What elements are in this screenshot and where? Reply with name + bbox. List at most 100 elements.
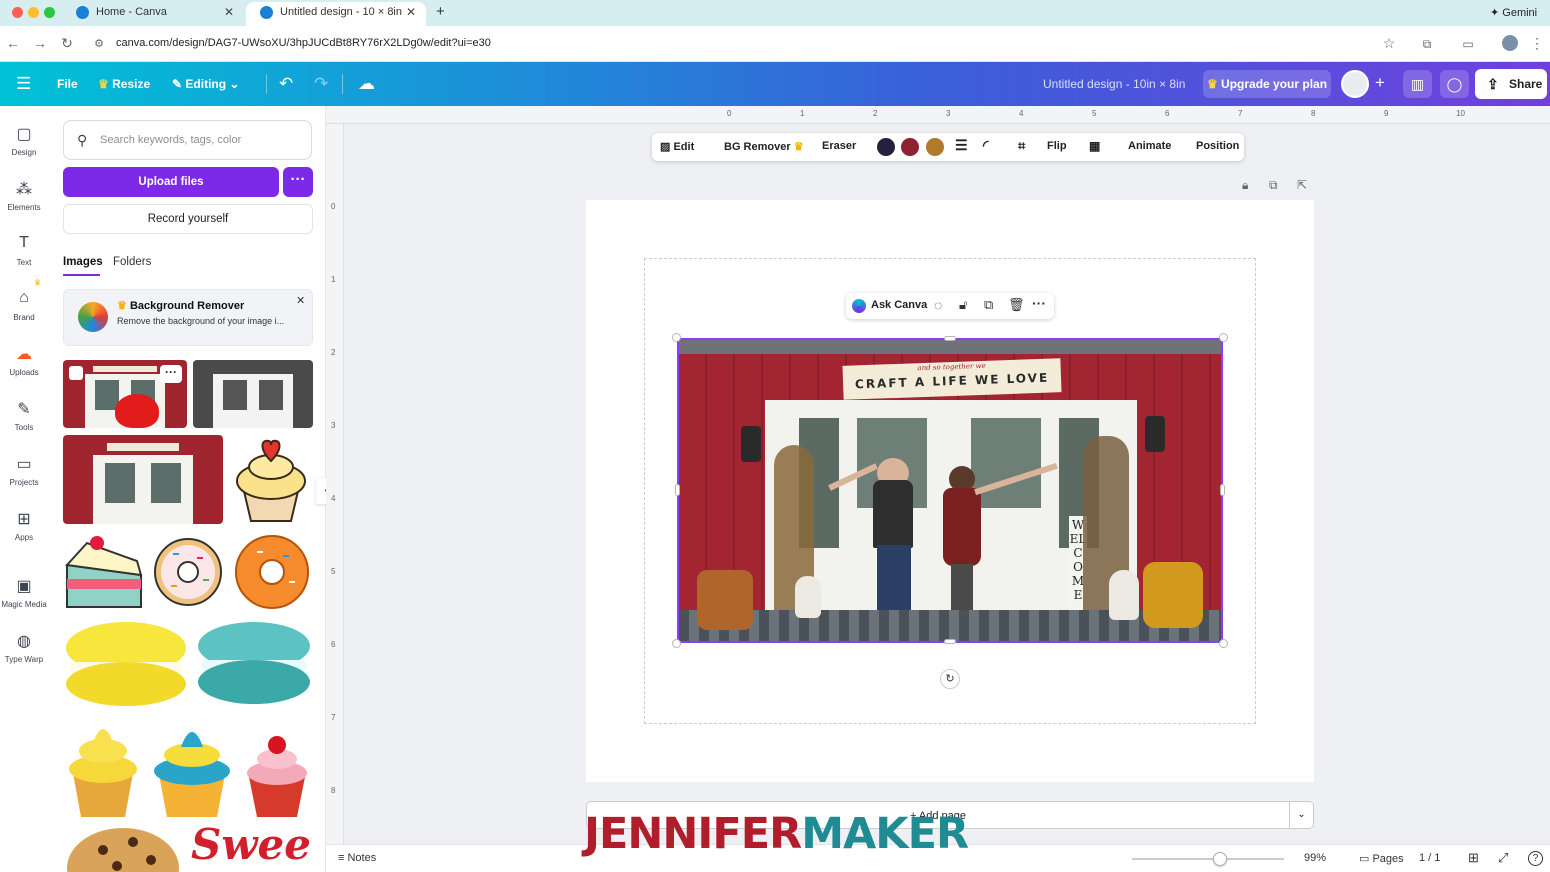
upload-thumbnail[interactable] [63, 435, 223, 524]
tab-images[interactable]: Images [63, 256, 103, 268]
grid-view-icon[interactable]: ⊞ [1468, 850, 1479, 866]
rail-item-apps[interactable]: ⊞ Apps [0, 509, 48, 542]
rail-item-brand[interactable]: ⌂ Brand [0, 289, 48, 322]
minimize-window-button[interactable] [28, 7, 39, 18]
help-icon[interactable]: ? [1528, 851, 1543, 866]
rail-item-tools[interactable]: ✎ Tools [0, 399, 48, 432]
bg-remover-button[interactable]: BG Remover ♛ [724, 140, 804, 153]
design-title[interactable]: Untitled design - 10in × 8in [1043, 77, 1185, 91]
edit-image-button[interactable]: ▨ Edit [660, 140, 694, 153]
site-settings-icon[interactable]: ⚙ [90, 37, 108, 50]
background-remover-promo[interactable]: ♛ Background Remover Remove the backgrou… [63, 289, 313, 346]
line-style-icon[interactable]: ☰ [955, 137, 968, 154]
upload-thumbnail[interactable] [193, 360, 313, 428]
maximize-window-button[interactable] [44, 7, 55, 18]
cupcake-sticker[interactable] [241, 715, 313, 819]
url-text[interactable]: canva.com/design/DAG7-UWsoXU/3hpJUCdBt8R… [116, 37, 491, 49]
lock-page-icon[interactable]: 🔒︎ [1242, 178, 1248, 193]
gemini-button[interactable]: ✦ Gemini [1490, 6, 1537, 19]
tab-folders[interactable]: Folders [113, 256, 151, 268]
resize-handle[interactable] [675, 484, 680, 496]
eraser-button[interactable]: Eraser [822, 140, 856, 152]
resize-handle[interactable] [944, 336, 956, 341]
more-icon[interactable]: ··· [1032, 295, 1046, 311]
resize-button[interactable]: ♛ Resize [98, 77, 150, 91]
redo-icon[interactable]: ↷ [314, 74, 328, 94]
cake-slice-sticker[interactable] [63, 531, 145, 613]
sweet-text-sticker[interactable]: Sweet [189, 824, 313, 872]
rail-item-projects[interactable]: ▭ Projects [0, 454, 48, 487]
zoom-slider-thumb[interactable] [1213, 852, 1228, 866]
user-avatar[interactable] [1341, 70, 1369, 98]
file-menu[interactable]: File [57, 77, 78, 91]
transparency-icon[interactable]: ▦ [1089, 139, 1100, 153]
corner-rounding-icon[interactable]: ◜ [983, 137, 988, 154]
rail-item-elements[interactable]: ⁂ Elements [0, 179, 48, 212]
cloud-save-icon[interactable]: ☁ [358, 74, 375, 94]
close-window-button[interactable] [12, 7, 23, 18]
reload-icon[interactable]: ↻ [58, 35, 76, 52]
rail-item-text[interactable]: T Text [0, 234, 48, 267]
crop-icon[interactable]: ⌗ [1018, 138, 1025, 154]
close-tab-icon[interactable]: ✕ [224, 2, 234, 22]
position-button[interactable]: Position [1196, 140, 1239, 152]
fullscreen-icon[interactable]: ⤢ [1498, 850, 1508, 866]
comments-button[interactable]: ◯ [1440, 70, 1469, 98]
pages-button[interactable]: ▭ Pages [1359, 852, 1404, 865]
new-tab-icon[interactable]: + [436, 3, 445, 20]
macaron-sticker[interactable] [195, 618, 313, 710]
duplicate-page-icon[interactable]: ⧉ [1269, 178, 1278, 193]
share-button[interactable]: ⇪ Share [1475, 69, 1547, 99]
add-collaborator-icon[interactable]: + [1375, 73, 1385, 93]
rail-item-type-warp[interactable]: ◍ Type Warp [0, 631, 48, 664]
upgrade-plan-button[interactable]: ♛ Upgrade your plan [1203, 70, 1331, 98]
cookie-sticker[interactable] [63, 824, 183, 872]
donut-sticker[interactable] [151, 531, 226, 613]
trash-icon[interactable]: 🗑︎ [1008, 297, 1025, 313]
color-swatch[interactable] [926, 138, 944, 156]
resize-handle[interactable] [1219, 639, 1228, 648]
browser-menu-icon[interactable]: ⋮ [1528, 35, 1546, 52]
rail-item-uploads[interactable]: ☁ Uploads [0, 344, 48, 377]
ask-canva-button[interactable]: Ask Canva [871, 299, 927, 311]
record-yourself-button[interactable]: Record yourself [63, 204, 313, 234]
donut-sticker[interactable] [231, 531, 313, 613]
rail-item-design[interactable]: ▢ Design [0, 124, 48, 157]
upload-thumbnail[interactable]: ··· [63, 360, 187, 428]
resize-handle[interactable] [1220, 484, 1225, 496]
resize-handle[interactable] [1219, 333, 1228, 342]
comment-icon[interactable]: ◌ [934, 297, 942, 313]
browser-tab-design[interactable]: Untitled design - 10 × 8in ✕ [246, 2, 426, 26]
zoom-level[interactable]: 99% [1304, 852, 1326, 864]
thumbnail-more-icon[interactable]: ··· [160, 365, 182, 383]
upload-files-button[interactable]: Upload files [63, 167, 279, 197]
color-swatch[interactable] [877, 138, 895, 156]
close-tab-icon[interactable]: ✕ [406, 2, 416, 22]
cupcake-sticker[interactable] [63, 715, 143, 819]
extensions-icon[interactable]: ⧉ [1418, 37, 1436, 52]
back-arrow-icon[interactable]: ← [4, 35, 22, 51]
cast-icon[interactable]: ▭ [1459, 37, 1477, 51]
lock-icon[interactable]: 🔓︎ [959, 297, 967, 313]
close-icon[interactable]: ✕ [296, 294, 305, 307]
main-menu-icon[interactable]: ☰ [16, 74, 31, 94]
resize-handle[interactable] [672, 639, 681, 648]
insights-button[interactable]: ▥ [1403, 70, 1432, 98]
bookmark-star-icon[interactable]: ☆ [1380, 35, 1398, 52]
rotate-icon[interactable]: ↻ [940, 669, 960, 689]
search-input[interactable]: ⚲ Search keywords, tags, color [63, 120, 312, 160]
forward-arrow-icon[interactable]: → [31, 35, 49, 51]
add-page-dropdown[interactable]: ⌄ [1289, 801, 1314, 829]
macaron-sticker[interactable] [63, 618, 189, 710]
color-swatch[interactable] [901, 138, 919, 156]
cupcake-sticker[interactable] [229, 435, 313, 524]
profile-avatar[interactable] [1502, 35, 1518, 51]
browser-tab-home[interactable]: Home - Canva ✕ [62, 2, 244, 26]
duplicate-icon[interactable]: ⧉ [984, 297, 993, 313]
add-page-icon[interactable]: ⇱ [1297, 178, 1307, 192]
rail-item-magic-media[interactable]: ▣ Magic Media [0, 576, 48, 609]
zoom-slider[interactable] [1132, 858, 1284, 860]
cupcake-sticker[interactable] [147, 715, 237, 819]
animate-button[interactable]: Animate [1128, 140, 1171, 152]
resize-handle[interactable] [672, 333, 681, 342]
